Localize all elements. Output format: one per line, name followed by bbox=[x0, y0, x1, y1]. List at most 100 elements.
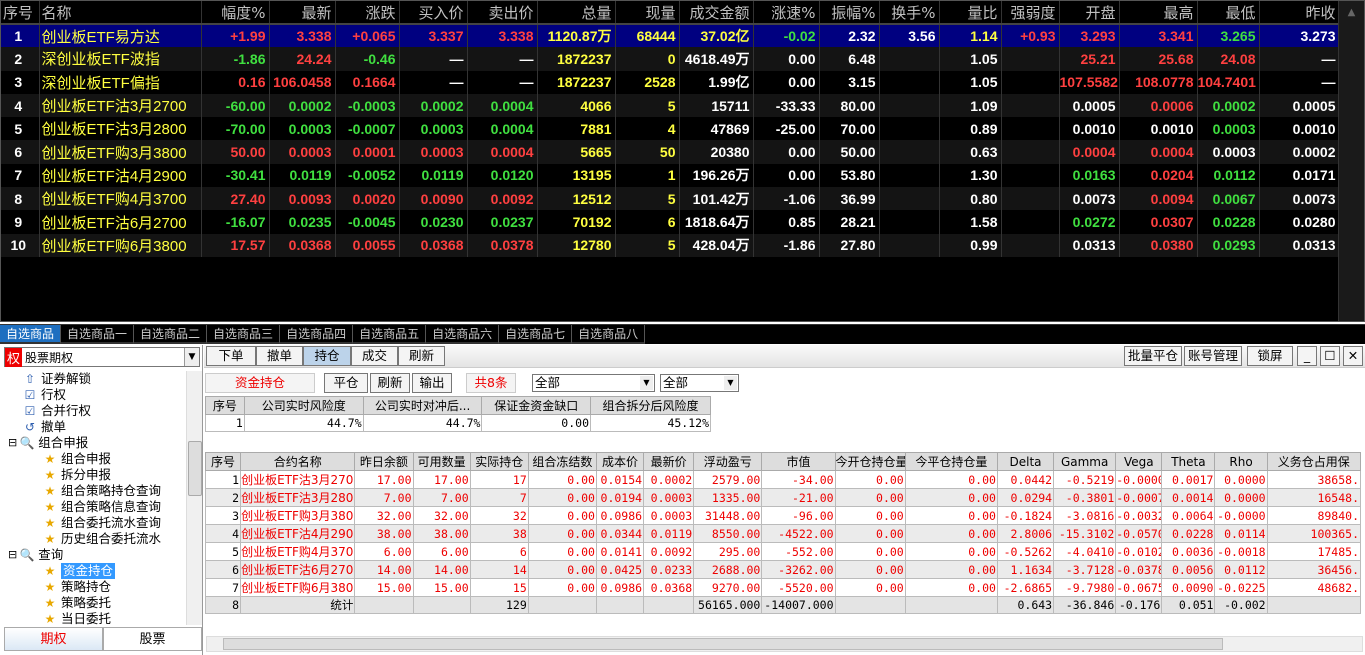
tree-item[interactable]: ★ 策略持仓 bbox=[4, 579, 186, 595]
column-header[interactable]: 合约名称 bbox=[240, 452, 356, 471]
position-row[interactable]: 6 创业板ETF沽6月2700 14.00 14.00 14 0.00 0.0425 0.02… bbox=[204, 560, 1362, 579]
quote-row[interactable]: 1 创业板ETF易方达 +1.99 3.338 +0.065 3.337 3.338 1120… bbox=[1, 24, 1340, 48]
column-header[interactable]: 振幅% bbox=[819, 1, 880, 25]
lock-screen-button[interactable]: 锁屏 bbox=[1247, 346, 1293, 366]
refresh-list-button[interactable]: 刷新 bbox=[370, 373, 410, 393]
security-name[interactable]: 创业板ETF购3月3800 bbox=[39, 140, 202, 164]
column-header[interactable]: 成交金额 bbox=[679, 1, 754, 25]
column-header[interactable]: 实际持仓 bbox=[469, 452, 529, 471]
column-header[interactable]: 今平仓持仓量 bbox=[904, 452, 998, 471]
column-header[interactable]: Gamma bbox=[1053, 452, 1117, 471]
tab-watchlist-1[interactable]: 自选商品一 bbox=[61, 325, 135, 344]
column-header[interactable]: 可用数量 bbox=[412, 452, 471, 471]
security-name[interactable]: 创业板ETF沽4月2900 bbox=[39, 163, 202, 188]
maximize-icon[interactable]: ☐ bbox=[1320, 346, 1340, 366]
tree-item[interactable]: ↺ 撤单 bbox=[4, 419, 186, 435]
column-header[interactable]: 公司实时对冲后... bbox=[362, 396, 483, 415]
security-name[interactable]: 创业板ETF购4月3700 bbox=[39, 187, 202, 211]
column-header[interactable]: Delta bbox=[996, 452, 1055, 471]
security-name[interactable]: 创业板ETF购6月3800 bbox=[39, 233, 202, 257]
security-name[interactable]: 深创业板ETF波指 bbox=[39, 47, 202, 71]
tab-watchlist-0[interactable]: 自选商品 bbox=[0, 325, 62, 344]
chevron-down-icon[interactable]: ▼ bbox=[640, 376, 653, 390]
column-header[interactable]: 买入价 bbox=[399, 1, 468, 25]
column-header[interactable]: 义务仓占用保 bbox=[1266, 452, 1362, 471]
scroll-thumb[interactable] bbox=[188, 441, 202, 496]
column-header[interactable]: 强弱度 bbox=[1001, 1, 1060, 25]
quote-row[interactable]: 7 创业板ETF沽4月2900 -30.41 0.0119 -0.0052 0.0119 0… bbox=[1, 163, 1340, 188]
tab-watchlist-2[interactable]: 自选商品二 bbox=[134, 325, 208, 344]
column-header[interactable]: 序号 bbox=[1, 1, 40, 25]
close-position-button[interactable]: 平仓 bbox=[324, 373, 368, 393]
quote-row[interactable]: 2 深创业板ETF波指 -1.86 24.24 -0.46— —1872237 0 4618.… bbox=[1, 47, 1340, 71]
filter-select-1[interactable]: 全部 ▼ bbox=[532, 374, 655, 392]
column-header[interactable]: 保证金资金缺口 bbox=[481, 396, 591, 415]
tree-item[interactable]: ★ 组合申报 bbox=[4, 451, 186, 467]
tree-item[interactable]: ★ 当日委托 bbox=[4, 611, 186, 627]
refresh-button[interactable]: 刷新 bbox=[398, 346, 445, 366]
quote-row[interactable]: 9 创业板ETF沽6月2700 -16.07 0.0235 -0.0045 0.0230 0… bbox=[1, 210, 1340, 234]
tree-item[interactable]: ⊟ 🔍 组合申报 bbox=[4, 435, 186, 451]
position-row[interactable]: 2 创业板ETF沽3月2800 7.00 7.00 7 0.00 0.0194 0.0003 1… bbox=[204, 488, 1362, 507]
column-header[interactable]: 卖出价 bbox=[467, 1, 538, 25]
column-header[interactable]: 昨日余额 bbox=[354, 452, 414, 471]
tree-item[interactable]: ⊟ 🔍 查询 bbox=[4, 547, 186, 563]
column-header[interactable]: 总量 bbox=[537, 1, 616, 25]
tree-item[interactable]: ⇧ 证券解锁 bbox=[4, 371, 186, 387]
chevron-down-icon[interactable]: ▼ bbox=[724, 376, 737, 390]
tree-item[interactable]: ★ 资金持仓 bbox=[4, 563, 186, 579]
column-header[interactable]: 序号 bbox=[205, 396, 245, 415]
position-row[interactable]: 7 创业板ETF购6月3800 15.00 15.00 15 0.00 0.0986 0.03… bbox=[204, 578, 1362, 597]
batch-close-button[interactable]: 批量平仓 bbox=[1124, 346, 1182, 366]
minimize-icon[interactable]: _ bbox=[1297, 346, 1317, 366]
tree-item[interactable]: ★ 组合策略信息查询 bbox=[4, 499, 186, 515]
column-header[interactable]: 最高 bbox=[1119, 1, 1198, 25]
column-header[interactable]: Rho bbox=[1214, 452, 1268, 471]
column-header[interactable]: 昨收 bbox=[1259, 1, 1340, 25]
column-header[interactable]: 组合冻结数 bbox=[527, 452, 597, 471]
column-header[interactable]: Vega bbox=[1115, 452, 1163, 471]
tree-scrollbar[interactable] bbox=[186, 371, 202, 625]
tab-watchlist-4[interactable]: 自选商品四 bbox=[280, 325, 354, 344]
column-header[interactable]: 最低 bbox=[1197, 1, 1260, 25]
column-header[interactable]: 组合拆分后风险度 bbox=[590, 396, 711, 415]
scroll-up-icon[interactable]: ▲ bbox=[1339, 7, 1364, 18]
tab-watchlist-6[interactable]: 自选商品六 bbox=[426, 325, 500, 344]
account-type-select[interactable]: 权 股票期权 ▼ bbox=[4, 347, 200, 367]
tab-watchlist-8[interactable]: 自选商品八 bbox=[572, 325, 646, 344]
security-name[interactable]: 创业板ETF易方达 bbox=[39, 24, 202, 48]
collapse-icon[interactable]: ⊟ bbox=[8, 435, 17, 451]
column-header[interactable]: 量比 bbox=[939, 1, 1002, 25]
column-header[interactable]: 幅度% bbox=[201, 1, 270, 25]
column-header[interactable]: 今开仓持仓量 bbox=[834, 452, 906, 471]
scroll-thumb[interactable] bbox=[223, 638, 1223, 650]
tree-item[interactable]: ★ 组合策略持仓查询 bbox=[4, 483, 186, 499]
tab-watchlist-7[interactable]: 自选商品七 bbox=[499, 325, 573, 344]
tab-stocks[interactable]: 股票 bbox=[103, 627, 202, 651]
security-name[interactable]: 创业板ETF沽3月2800 bbox=[39, 117, 202, 141]
quote-row[interactable]: 3 深创业板ETF偏指 0.16 106.0458 0.1664— —1872237 252… bbox=[1, 70, 1340, 94]
positions-button[interactable]: 持仓 bbox=[303, 346, 351, 366]
tree-item[interactable]: ★ 历史组合委托流水 bbox=[4, 531, 186, 547]
column-header[interactable]: 涨速% bbox=[753, 1, 820, 25]
column-header[interactable]: 最新价 bbox=[643, 452, 695, 471]
horizontal-scrollbar[interactable] bbox=[206, 636, 1363, 652]
quote-row[interactable]: 4 创业板ETF沽3月2700 -60.00 0.0002 -0.0003 0.0002 0… bbox=[1, 93, 1340, 118]
filter-select-2[interactable]: 全部 ▼ bbox=[660, 374, 739, 392]
close-icon[interactable]: ✕ bbox=[1343, 346, 1363, 366]
security-name[interactable]: 创业板ETF沽6月2700 bbox=[39, 210, 202, 234]
tab-watchlist-5[interactable]: 自选商品五 bbox=[353, 325, 427, 344]
cancel-order-button[interactable]: 撤单 bbox=[256, 346, 303, 366]
column-header[interactable]: 市值 bbox=[761, 452, 836, 471]
quote-row[interactable]: 5 创业板ETF沽3月2800 -70.00 0.0003 -0.0007 0.0003 0… bbox=[1, 117, 1340, 141]
quote-row[interactable]: 8 创业板ETF购4月3700 27.40 0.0093 0.0020 0.0090 0.0… bbox=[1, 187, 1340, 211]
column-header[interactable]: 最新 bbox=[269, 1, 336, 25]
trades-button[interactable]: 成交 bbox=[351, 346, 398, 366]
collapse-icon[interactable]: ⊟ bbox=[8, 547, 17, 563]
tree-item[interactable]: ★ 组合委托流水查询 bbox=[4, 515, 186, 531]
security-name[interactable]: 深创业板ETF偏指 bbox=[39, 70, 202, 94]
position-row[interactable]: 3 创业板ETF购3月3800 32.00 32.00 32 0.00 0.0986 0.00… bbox=[204, 506, 1362, 525]
tab-options[interactable]: 期权 bbox=[4, 627, 103, 651]
column-header[interactable]: 序号 bbox=[204, 452, 242, 471]
column-header[interactable]: 现量 bbox=[615, 1, 680, 25]
